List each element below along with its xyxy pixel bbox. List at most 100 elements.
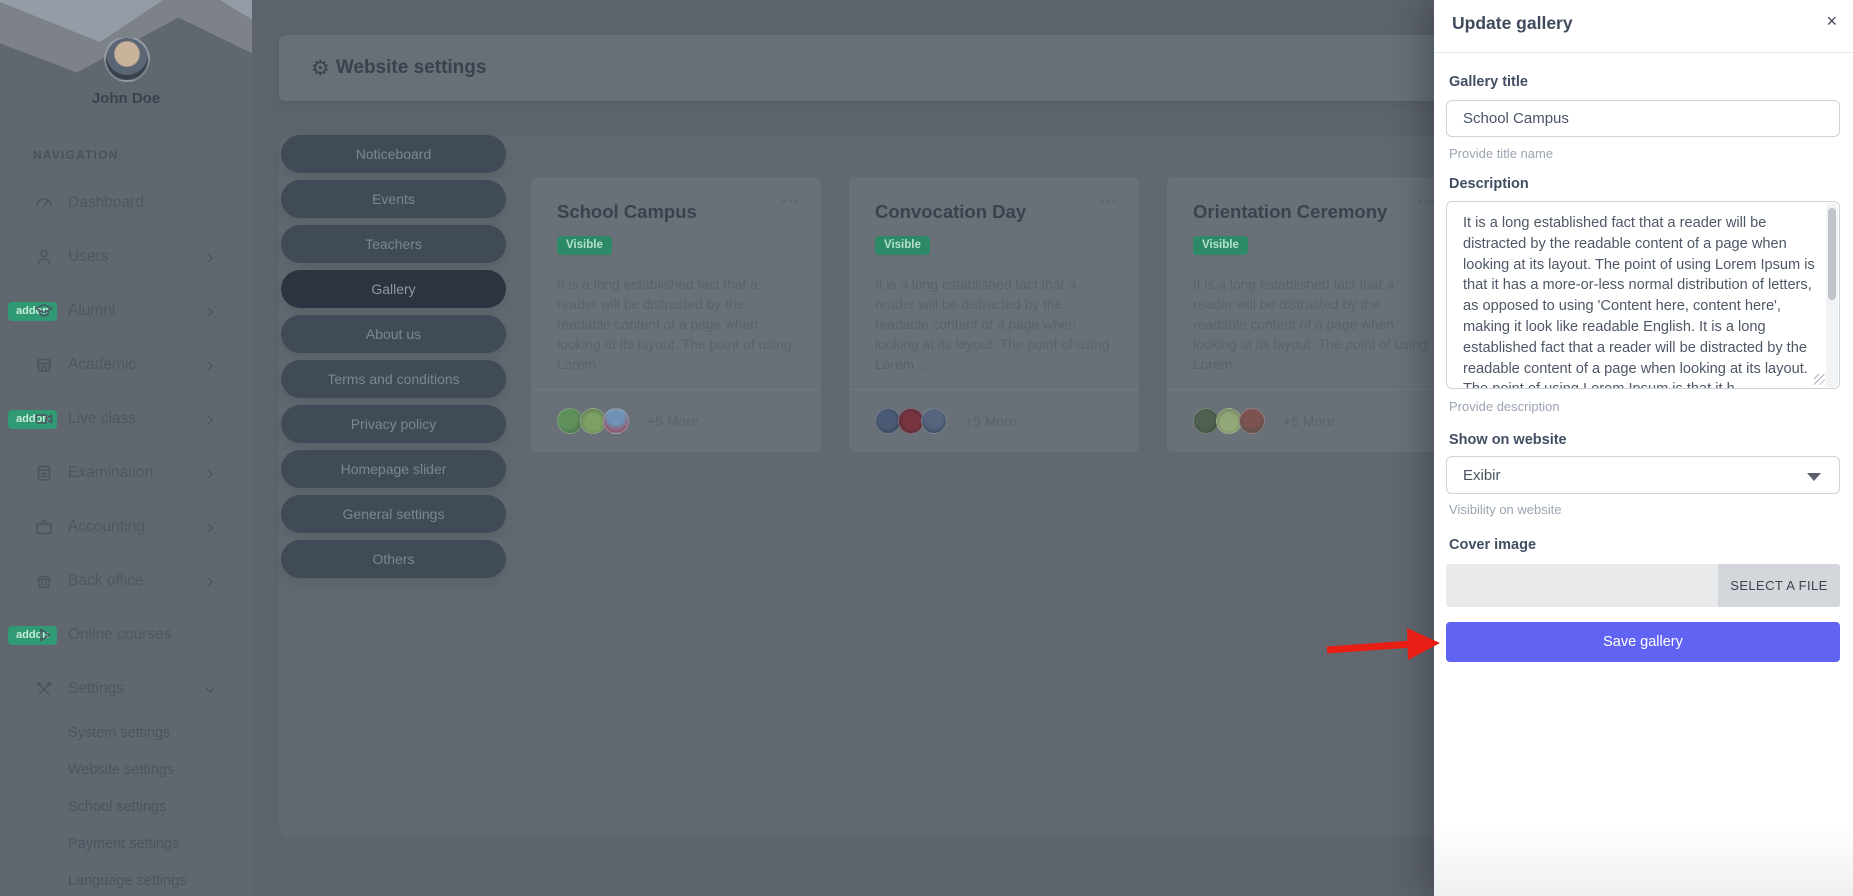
chevron-down-icon (204, 683, 216, 695)
sidebar-item-alumni[interactable]: Alumni addon (0, 284, 252, 338)
sidebar-subitem-payment-settings[interactable]: Payment settings (0, 825, 252, 862)
sidebar-subitem-school-settings[interactable]: School settings (0, 788, 252, 825)
close-icon[interactable]: × (1826, 12, 1837, 30)
sidebar-item-academic[interactable]: Academic (0, 338, 252, 392)
drawer-title: Update gallery (1452, 13, 1573, 34)
sidebar-item-label: Academic (68, 356, 136, 374)
video-camera-icon (34, 409, 54, 429)
sidebar-item-accounting[interactable]: Accounting (0, 500, 252, 554)
avatar-group (557, 408, 629, 434)
sidebar-item-dashboard[interactable]: Dashboard (0, 176, 252, 230)
tools-icon (34, 679, 54, 699)
sidebar-item-users[interactable]: Users (0, 230, 252, 284)
dashboard-icon (34, 193, 54, 213)
avatar (1239, 408, 1265, 434)
sidebar-subitem-system-settings[interactable]: System settings (0, 714, 252, 751)
settings-submenu: System settings Website settings School … (0, 714, 252, 896)
tab-noticeboard[interactable]: Noticeboard (281, 135, 506, 173)
description-text: It is a long established fact that a rea… (1463, 213, 1815, 389)
gallery-card-footer: +5 More (1193, 408, 1335, 434)
sidebar-item-live-class[interactable]: Live class addon (0, 392, 252, 446)
gallery-card-title: Convocation Day (875, 201, 1113, 223)
cover-image-file-input[interactable]: SELECT A FILE (1446, 564, 1840, 607)
gallery-title-label: Gallery title (1449, 74, 1528, 90)
sidebar-item-settings[interactable]: Settings (0, 662, 252, 716)
gallery-card: ... Orientation Ceremony Visible It is a… (1167, 177, 1457, 452)
tab-events[interactable]: Events (281, 180, 506, 218)
gallery-title-input[interactable] (1446, 100, 1840, 137)
show-on-website-select[interactable]: Exibir (1446, 456, 1840, 494)
sidebar-subitem-language-settings[interactable]: Language settings (0, 862, 252, 896)
navigation-section-label: NAVIGATION (33, 148, 119, 162)
resize-handle-icon[interactable] (1814, 374, 1825, 385)
chevron-right-icon (204, 575, 216, 587)
sidebar-item-label: Settings (68, 680, 124, 698)
chevron-right-icon (204, 359, 216, 371)
more-count-label[interactable]: +5 More (647, 413, 699, 429)
card-divider (1167, 389, 1457, 390)
save-gallery-button[interactable]: Save gallery (1446, 622, 1840, 662)
page-title: Website settings (336, 57, 487, 79)
gallery-card-description: It is a long established fact that a rea… (875, 275, 1113, 375)
briefcase-icon (34, 517, 54, 537)
sidebar-item-label: Dashboard (68, 194, 144, 212)
sidebar-item-label: Users (68, 248, 108, 266)
gallery-card: ... School Campus Visible It is a long e… (531, 177, 821, 452)
gallery-card-description: It is a long established fact that a rea… (557, 275, 795, 375)
users-icon (34, 247, 54, 267)
sidebar-item-label: Accounting (68, 518, 145, 536)
card-menu-icon[interactable]: ... (782, 189, 801, 207)
gallery-card-title: School Campus (557, 201, 795, 223)
avatar (104, 36, 150, 82)
update-gallery-drawer: Update gallery × Gallery title Provide t… (1434, 0, 1853, 896)
tab-gallery[interactable]: Gallery (281, 270, 506, 308)
avatar (603, 408, 629, 434)
tab-teachers[interactable]: Teachers (281, 225, 506, 263)
chevron-right-icon (204, 413, 216, 425)
tab-about-us[interactable]: About us (281, 315, 506, 353)
avatar-group (875, 408, 947, 434)
description-label: Description (1449, 176, 1529, 192)
gallery-title-helper: Provide title name (1449, 146, 1553, 161)
more-count-label[interactable]: +5 More (965, 413, 1017, 429)
sidebar-subitem-website-settings[interactable]: Website settings (0, 751, 252, 788)
chevron-right-icon (204, 251, 216, 263)
sidebar-item-label: Online courses (68, 626, 171, 644)
chevron-right-icon (204, 521, 216, 533)
sidebar-item-label: Back office (68, 572, 144, 590)
caret-down-icon (1807, 473, 1821, 481)
select-file-button[interactable]: SELECT A FILE (1718, 564, 1840, 607)
chevron-right-icon (204, 467, 216, 479)
textarea-scrollbar[interactable] (1826, 203, 1838, 387)
avatar (921, 408, 947, 434)
user-name: John Doe (0, 90, 252, 107)
sidebar: John Doe NAVIGATION Dashboard Users Alum… (0, 0, 252, 896)
description-helper: Provide description (1449, 399, 1560, 414)
tab-privacy-policy[interactable]: Privacy policy (281, 405, 506, 443)
avatar-group (1193, 408, 1265, 434)
website-settings-menu: Noticeboard Events Teachers Gallery Abou… (281, 135, 506, 578)
gallery-card-footer: +5 More (557, 408, 699, 434)
drawer-divider (1434, 52, 1853, 53)
tab-others[interactable]: Others (281, 540, 506, 578)
gallery-card-description: It is a long established fact that a rea… (1193, 275, 1431, 375)
card-menu-icon[interactable]: ... (1100, 189, 1119, 207)
tab-homepage-slider[interactable]: Homepage slider (281, 450, 506, 488)
building-icon (34, 355, 54, 375)
sidebar-item-label: Examination (68, 464, 153, 482)
scrollbar-thumb[interactable] (1828, 208, 1836, 300)
show-on-website-label: Show on website (1449, 432, 1567, 448)
select-value: Exibir (1463, 467, 1501, 484)
clipboard-icon (34, 463, 54, 483)
card-divider (849, 389, 1139, 390)
tab-terms-and-conditions[interactable]: Terms and conditions (281, 360, 506, 398)
tab-general-settings[interactable]: General settings (281, 495, 506, 533)
description-textarea[interactable]: It is a long established fact that a rea… (1446, 201, 1840, 389)
sidebar-item-online-courses[interactable]: Online courses addon (0, 608, 252, 662)
sidebar-item-label: Alumni (68, 302, 115, 320)
sidebar-item-back-office[interactable]: Back office (0, 554, 252, 608)
graduation-cap-icon (34, 301, 54, 321)
sidebar-nav: Dashboard Users Alumni addon Academic Li… (0, 176, 252, 716)
more-count-label[interactable]: +5 More (1283, 413, 1335, 429)
sidebar-item-examination[interactable]: Examination (0, 446, 252, 500)
